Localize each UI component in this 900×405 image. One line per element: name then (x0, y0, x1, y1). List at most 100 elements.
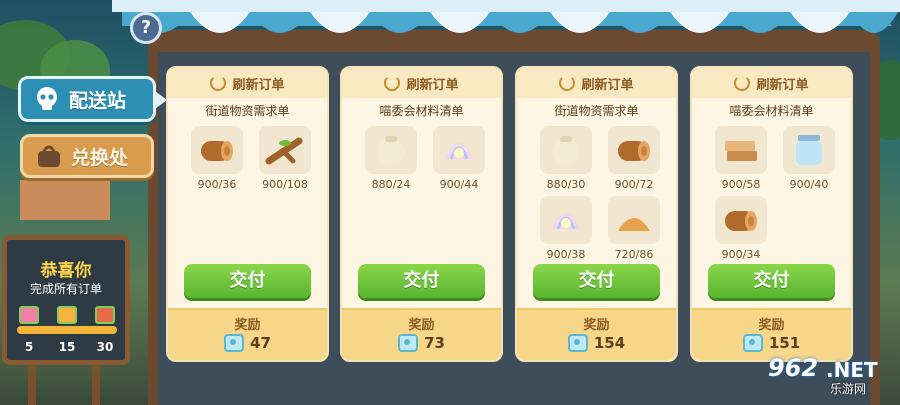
item-quantity: 900/58 (721, 178, 761, 191)
reward-panel: 奖励 47 (168, 308, 327, 360)
refresh-order-button[interactable]: 刷新订单 (342, 68, 501, 98)
refresh-icon (384, 75, 401, 91)
watermark-domain: .NET (826, 358, 878, 382)
reward-label: 奖励 (234, 318, 261, 333)
order-card: 刷新订单 喵委会材料清单 880/24 900/44 交付 奖励 73 (340, 66, 503, 362)
refresh-order-button[interactable]: 刷新订单 (692, 68, 851, 98)
order-title: 喵委会材料清单 (379, 104, 464, 118)
shell-icon (433, 126, 485, 174)
awning (112, 0, 900, 33)
refresh-order-label: 刷新订单 (756, 77, 809, 93)
gift-icon[interactable] (95, 306, 115, 324)
help-button[interactable]: ? (130, 12, 162, 44)
reward-panel: 奖励 73 (342, 308, 501, 360)
order-title: 喵委会材料清单 (729, 104, 814, 118)
board-leg (28, 365, 36, 405)
reward-label: 奖励 (408, 318, 435, 333)
refresh-icon (734, 75, 751, 91)
refresh-icon (559, 75, 576, 91)
deliver-button[interactable]: 交付 (533, 264, 660, 298)
pot-icon (540, 126, 592, 174)
deliver-button[interactable]: 交付 (708, 264, 835, 298)
bag-icon (38, 145, 60, 167)
order-card: 刷新订单 街道物资需求单 900/36 900/108 交付 奖励 47 (166, 66, 329, 362)
reward-row: 73 (342, 334, 501, 352)
reward-row: 47 (168, 334, 327, 352)
milestone-progress-bar (17, 326, 117, 334)
item-quantity: 900/34 (721, 248, 761, 261)
tab-delivery-label: 配送站 (69, 89, 127, 112)
skull-icon (37, 87, 57, 110)
reward-row: 151 (692, 334, 851, 352)
item-quantity: 900/40 (789, 178, 829, 191)
order-item[interactable]: 900/58 (710, 126, 772, 196)
item-quantity: 900/108 (262, 178, 308, 191)
milestone-label: 5 (24, 340, 34, 354)
wood-log-icon (715, 196, 767, 244)
reward-label: 奖励 (583, 318, 610, 333)
refresh-order-button[interactable]: 刷新订单 (168, 68, 327, 98)
milestone-label: 15 (58, 340, 76, 354)
refresh-icon (210, 75, 227, 91)
order-item[interactable]: 720/86 (603, 196, 665, 266)
reward-value: 151 (768, 334, 801, 352)
order-item[interactable]: 900/36 (186, 126, 248, 196)
order-item[interactable]: 900/44 (428, 126, 490, 196)
watermark-sub: 乐游网 (830, 382, 867, 396)
deliver-button[interactable]: 交付 (184, 264, 311, 298)
item-quantity: 900/36 (197, 178, 237, 191)
wood-log-icon (191, 126, 243, 174)
order-item[interactable]: 880/30 (535, 126, 597, 196)
item-quantity: 900/44 (439, 178, 479, 191)
order-item[interactable]: 880/24 (360, 126, 422, 196)
refresh-order-label: 刷新订单 (232, 77, 285, 93)
tab-exchange-label: 兑换处 (71, 146, 129, 169)
plank-icon (715, 126, 767, 174)
order-item[interactable]: 900/72 (603, 126, 665, 196)
item-quantity: 880/24 (371, 178, 411, 191)
reward-value: 154 (593, 334, 626, 352)
shell-icon (540, 196, 592, 244)
sand-icon (608, 196, 660, 244)
ticket-icon (224, 334, 245, 352)
deliver-button[interactable]: 交付 (358, 264, 485, 298)
wood-log-icon (608, 126, 660, 174)
branch-icon (259, 126, 311, 174)
board-subtitle: 完成所有订单 (29, 282, 102, 296)
reward-value: 47 (250, 334, 271, 352)
item-quantity: 720/86 (614, 248, 654, 261)
gift-icon[interactable] (57, 306, 77, 324)
order-card: 刷新订单 喵委会材料清单 900/58 900/40 900/34 交付 奖励 … (690, 66, 853, 362)
ticket-icon (567, 334, 588, 352)
order-title: 街道物资需求单 (554, 104, 639, 118)
reward-label: 奖励 (758, 318, 785, 333)
refresh-order-button[interactable]: 刷新订单 (517, 68, 676, 98)
milestone-label: 30 (96, 340, 114, 354)
reward-value: 73 (424, 334, 445, 352)
order-item[interactable]: 900/108 (254, 126, 316, 196)
pot-icon (365, 126, 417, 174)
ticket-icon (742, 334, 763, 352)
board-title: 恭喜你 (40, 261, 92, 281)
order-item[interactable]: 900/40 (778, 126, 840, 196)
site-watermark: 962 .NET 乐游网 (764, 352, 896, 400)
jar-icon (783, 126, 835, 174)
board-leg (92, 365, 100, 405)
order-card: 刷新订单 街道物资需求单 880/30 900/72 900/38 720/86… (515, 66, 678, 362)
tab-exchange[interactable]: 兑换处 (20, 134, 154, 178)
refresh-order-label: 刷新订单 (406, 77, 459, 93)
item-quantity: 900/72 (614, 178, 654, 191)
order-item[interactable]: 900/34 (710, 196, 772, 266)
tab-delivery-station[interactable]: 配送站 (18, 76, 167, 122)
ticket-icon (398, 334, 419, 352)
gift-icon[interactable] (19, 306, 39, 324)
order-title: 街道物资需求单 (205, 104, 290, 118)
reward-panel: 奖励 154 (517, 308, 676, 360)
item-quantity: 880/30 (546, 178, 586, 191)
reward-row: 154 (517, 334, 676, 352)
watermark-number: 962 (768, 354, 819, 382)
milestone-board: 恭喜你 完成所有订单 5 15 30 (2, 235, 130, 365)
item-quantity: 900/38 (546, 248, 586, 261)
order-item[interactable]: 900/38 (535, 196, 597, 266)
refresh-order-label: 刷新订单 (581, 77, 634, 93)
